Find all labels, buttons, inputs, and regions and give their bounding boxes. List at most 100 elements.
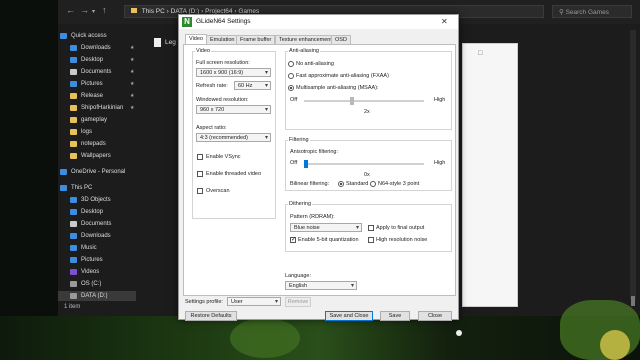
- msaa-radio[interactable]: [288, 85, 294, 91]
- sidebar-item[interactable]: Desktop: [70, 54, 103, 65]
- five-bit-quantization-checkbox[interactable]: [290, 236, 296, 243]
- search-input[interactable]: ⚲ Search Games: [552, 5, 632, 18]
- aspect-ratio-label: Aspect ratio:: [196, 125, 227, 131]
- no-antialiasing-radio[interactable]: [288, 61, 294, 67]
- sidebar-item[interactable]: OneDrive - Personal: [60, 166, 125, 177]
- folder-icon: [70, 280, 77, 287]
- msaa-slider-thumb[interactable]: [350, 97, 354, 105]
- refresh-rate-select[interactable]: 60 Hz: [234, 81, 271, 90]
- settings-profile-select[interactable]: User: [227, 297, 281, 306]
- high-res-noise-checkbox[interactable]: [368, 237, 374, 243]
- save-and-close-button[interactable]: Save and Close: [325, 311, 373, 321]
- folder-icon: [60, 168, 67, 175]
- msaa-slider-min: Off: [290, 97, 298, 103]
- sidebar-item-label: Wallpapers: [81, 152, 111, 159]
- back-arrow-icon[interactable]: ←: [66, 5, 75, 15]
- sidebar-item[interactable]: Documents: [70, 218, 111, 229]
- sidebar-item-label: Videos: [81, 268, 100, 275]
- sidebar-item[interactable]: ShipofHarkinian: [70, 102, 123, 113]
- vertical-scrollbar[interactable]: [630, 30, 636, 300]
- sidebar-item-label: Desktop: [81, 56, 104, 63]
- sidebar-item-label: Downloads: [81, 44, 111, 51]
- close-icon[interactable]: ✕: [441, 17, 448, 26]
- breadcrumb-this-pc[interactable]: This PC: [142, 8, 165, 15]
- pin-icon: ★: [130, 81, 135, 87]
- msaa-slider-max: High: [434, 97, 446, 103]
- remove-profile-button[interactable]: Remove: [285, 297, 311, 307]
- sidebar-item-label: Pictures: [81, 256, 103, 263]
- restore-defaults-button[interactable]: Restore Defaults: [185, 311, 237, 321]
- anisotropic-slider-track[interactable]: [304, 163, 424, 165]
- sidebar-item[interactable]: Downloads: [70, 42, 111, 53]
- anisotropic-slider-min: Off: [290, 160, 298, 166]
- bilinear-n64-label: N64-style 3 point: [378, 181, 420, 187]
- folder-icon: [70, 292, 77, 299]
- msaa-slider-track[interactable]: [304, 100, 424, 102]
- video-group-label: Video: [195, 48, 211, 54]
- sidebar-item[interactable]: Videos: [70, 266, 99, 277]
- vsync-checkbox[interactable]: [197, 154, 203, 160]
- close-button[interactable]: Close: [418, 311, 452, 321]
- bilinear-standard-radio[interactable]: [338, 181, 344, 187]
- sidebar-item[interactable]: Release: [70, 90, 103, 101]
- folder-icon: [70, 268, 77, 275]
- sidebar-item[interactable]: Downloads: [70, 230, 111, 241]
- dither-pattern-select[interactable]: Blue noise: [290, 223, 362, 232]
- history-chevron-icon[interactable]: ▾: [92, 8, 95, 15]
- folder-icon: [70, 232, 77, 239]
- windowed-resolution-select[interactable]: 960 x 720: [196, 105, 271, 114]
- sidebar-item[interactable]: Quick access: [60, 30, 107, 41]
- sidebar-item[interactable]: 3D Objects: [70, 194, 111, 205]
- overscan-checkbox[interactable]: [197, 188, 203, 194]
- settings-profile-label: Settings profile:: [185, 299, 223, 305]
- fullscreen-resolution-select[interactable]: 1600 x 900 (16:9): [196, 68, 271, 77]
- folder-icon: [70, 116, 77, 123]
- fxaa-radio[interactable]: [288, 73, 294, 79]
- sidebar-item[interactable]: notepads: [70, 138, 106, 149]
- threaded-video-checkbox[interactable]: [197, 171, 203, 177]
- sidebar-item[interactable]: Wallpapers: [70, 150, 111, 161]
- anisotropic-slider-thumb[interactable]: [304, 160, 308, 168]
- wallpaper-foliage: [230, 318, 300, 358]
- sidebar-item-label: Music: [81, 244, 97, 251]
- sidebar-item-label: Desktop: [81, 208, 104, 215]
- bilinear-n64-radio[interactable]: [370, 181, 376, 187]
- sidebar-item[interactable]: gameplay: [70, 114, 107, 125]
- sidebar-item-label: 3D Objects: [81, 196, 111, 203]
- sidebar-item[interactable]: Documents: [70, 66, 111, 77]
- scrollbar-thumb[interactable]: [631, 296, 635, 306]
- apply-final-output-checkbox[interactable]: [368, 225, 374, 231]
- sidebar-item-label: Release: [81, 92, 104, 99]
- sidebar-item-label: logs: [81, 128, 93, 135]
- dialog-title-bar[interactable]: N GLideN64 Settings ✕: [179, 15, 458, 29]
- sidebar-item[interactable]: logs: [70, 126, 92, 137]
- sidebar-item[interactable]: This PC: [60, 182, 92, 193]
- antialiasing-group-label: Anti-aliasing: [288, 48, 320, 54]
- sidebar-item[interactable]: OS (C:): [70, 278, 101, 289]
- pin-icon: ★: [130, 69, 135, 75]
- sidebar-item[interactable]: Pictures: [70, 254, 103, 265]
- folder-icon: [70, 220, 77, 227]
- up-arrow-icon[interactable]: ↑: [102, 5, 107, 15]
- sidebar-item-label: Pictures: [81, 80, 103, 87]
- search-placeholder: Search Games: [565, 9, 609, 16]
- language-select[interactable]: English: [285, 281, 357, 290]
- anisotropic-slider-value: 0x: [364, 172, 370, 178]
- sidebar-item[interactable]: Pictures: [70, 78, 103, 89]
- aspect-ratio-select[interactable]: 4:3 (recommended): [196, 133, 271, 142]
- sidebar-item[interactable]: DATA (D:): [70, 290, 107, 301]
- save-button[interactable]: Save: [380, 311, 410, 321]
- settings-dialog: N GLideN64 Settings ✕ Video Emulation Fr…: [178, 14, 459, 321]
- wallpaper-flower: [600, 330, 630, 360]
- sidebar-item[interactable]: Music: [70, 242, 97, 253]
- sidebar-item[interactable]: Desktop: [70, 206, 103, 217]
- folder-icon: [70, 68, 77, 75]
- forward-arrow-icon[interactable]: →: [80, 5, 89, 15]
- maximize-icon[interactable]: □: [478, 50, 482, 57]
- background-window: [462, 43, 518, 307]
- pin-icon: ★: [130, 93, 135, 99]
- file-item[interactable]: Leg: [154, 38, 176, 47]
- sidebar-item-label: This PC: [71, 184, 93, 191]
- folder-icon: [70, 208, 77, 215]
- sidebar-item-label: ShipofHarkinian: [81, 104, 124, 111]
